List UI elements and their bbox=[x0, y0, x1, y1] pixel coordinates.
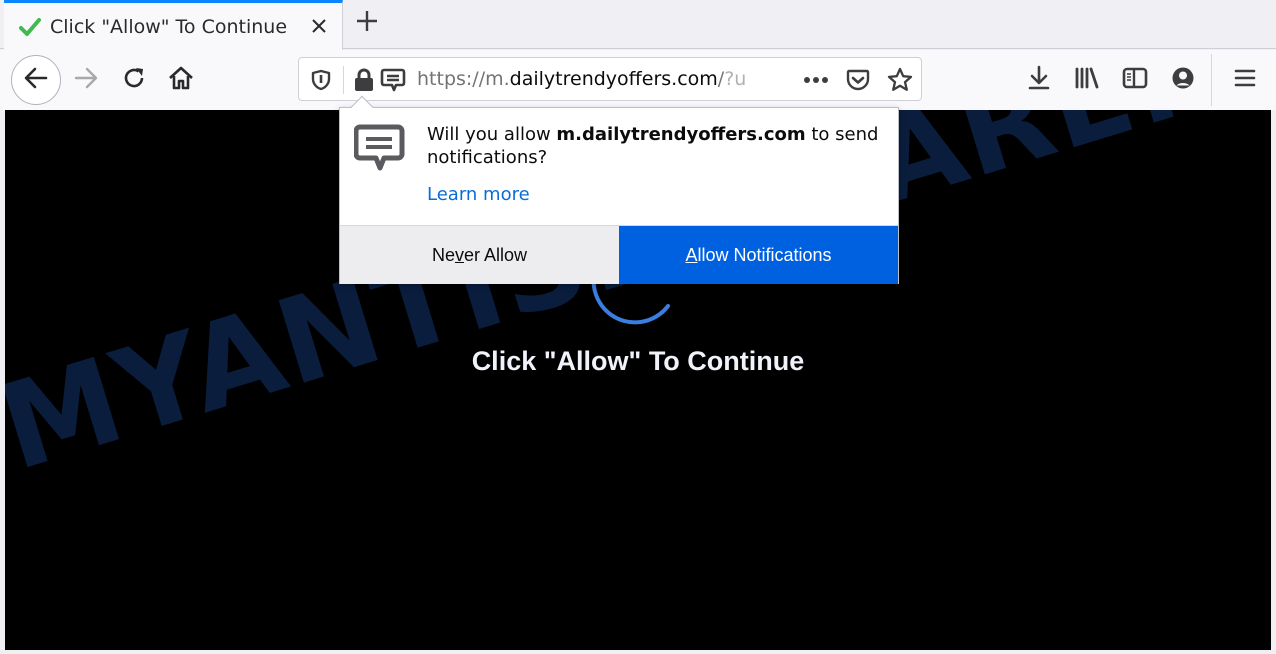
forward-button[interactable] bbox=[62, 56, 110, 104]
back-button[interactable] bbox=[11, 55, 61, 105]
lock-icon[interactable] bbox=[351, 67, 377, 93]
reload-button[interactable] bbox=[110, 56, 158, 104]
ellipsis-icon[interactable] bbox=[803, 67, 829, 93]
never-allow-label-part: er Allow bbox=[463, 244, 528, 265]
home-icon bbox=[168, 65, 194, 95]
arrow-right-icon bbox=[73, 65, 99, 95]
account-button[interactable] bbox=[1159, 56, 1207, 104]
notification-permission-popup: Will you allow m.dailytrendyoffers.com t… bbox=[339, 95, 899, 284]
library-icon bbox=[1074, 66, 1100, 94]
tab-active[interactable]: Click "Allow" To Continue bbox=[4, 0, 343, 50]
popup-button-row: Never Allow Allow Notifications bbox=[340, 225, 898, 284]
never-allow-label-part: Ne bbox=[431, 244, 455, 265]
never-allow-accesskey: v bbox=[454, 244, 464, 265]
sidebar-icon bbox=[1122, 66, 1148, 94]
never-allow-label: Never Allow bbox=[432, 245, 527, 266]
new-tab-button[interactable] bbox=[352, 8, 382, 38]
account-icon bbox=[1171, 66, 1195, 94]
url-query: ?ut bbox=[724, 68, 747, 90]
menu-button[interactable] bbox=[1221, 56, 1269, 104]
url-text[interactable]: https://m.dailytrendyoffers.com/?ut bbox=[417, 68, 747, 90]
url-bar[interactable]: https://m.dailytrendyoffers.com/?ut bbox=[298, 57, 922, 101]
reload-icon bbox=[122, 66, 146, 94]
arrow-left-icon bbox=[23, 65, 49, 95]
url-scheme: https://m. bbox=[417, 68, 510, 90]
popup-message-host: m.dailytrendyoffers.com bbox=[556, 124, 806, 145]
tab-title: Click "Allow" To Continue bbox=[50, 15, 288, 38]
close-icon[interactable] bbox=[308, 15, 330, 37]
plus-icon bbox=[356, 10, 378, 36]
downloads-button[interactable] bbox=[1015, 56, 1063, 104]
toolbar-separator bbox=[1211, 54, 1212, 106]
download-icon bbox=[1027, 65, 1051, 95]
page-message: Click "Allow" To Continue bbox=[471, 346, 805, 376]
browser-window: Click "Allow" To Continue https://m.dail… bbox=[0, 0, 1276, 654]
url-host: dailytrendyoffers.com bbox=[509, 68, 718, 90]
learn-more-link[interactable]: Learn more bbox=[427, 184, 530, 205]
library-button[interactable] bbox=[1063, 56, 1111, 104]
url-separator bbox=[343, 66, 344, 94]
shield-icon[interactable] bbox=[308, 67, 334, 93]
never-allow-button[interactable]: Never Allow bbox=[340, 226, 619, 284]
home-button[interactable] bbox=[157, 56, 205, 104]
allow-notifications-button[interactable]: Allow Notifications bbox=[619, 226, 898, 284]
speech-bubble-icon[interactable] bbox=[380, 67, 406, 93]
popup-message-prefix: Will you allow bbox=[427, 124, 557, 145]
popup-message: Will you allow m.dailytrendyoffers.com t… bbox=[427, 123, 887, 169]
tab-strip: Click "Allow" To Continue bbox=[0, 0, 1276, 50]
hamburger-menu-icon bbox=[1234, 68, 1256, 92]
allow-accesskey: A bbox=[685, 244, 698, 265]
notification-speech-bubble-icon bbox=[354, 124, 405, 171]
navigation-toolbar: https://m.dailytrendyoffers.com/?ut bbox=[0, 50, 1276, 110]
star-icon[interactable] bbox=[887, 67, 913, 93]
green-checkmark-icon bbox=[18, 15, 42, 39]
allow-label-part: llow Notifications bbox=[697, 244, 832, 265]
pocket-icon[interactable] bbox=[845, 67, 871, 93]
allow-notifications-label: Allow Notifications bbox=[685, 245, 831, 266]
sidebar-button[interactable] bbox=[1111, 56, 1159, 104]
